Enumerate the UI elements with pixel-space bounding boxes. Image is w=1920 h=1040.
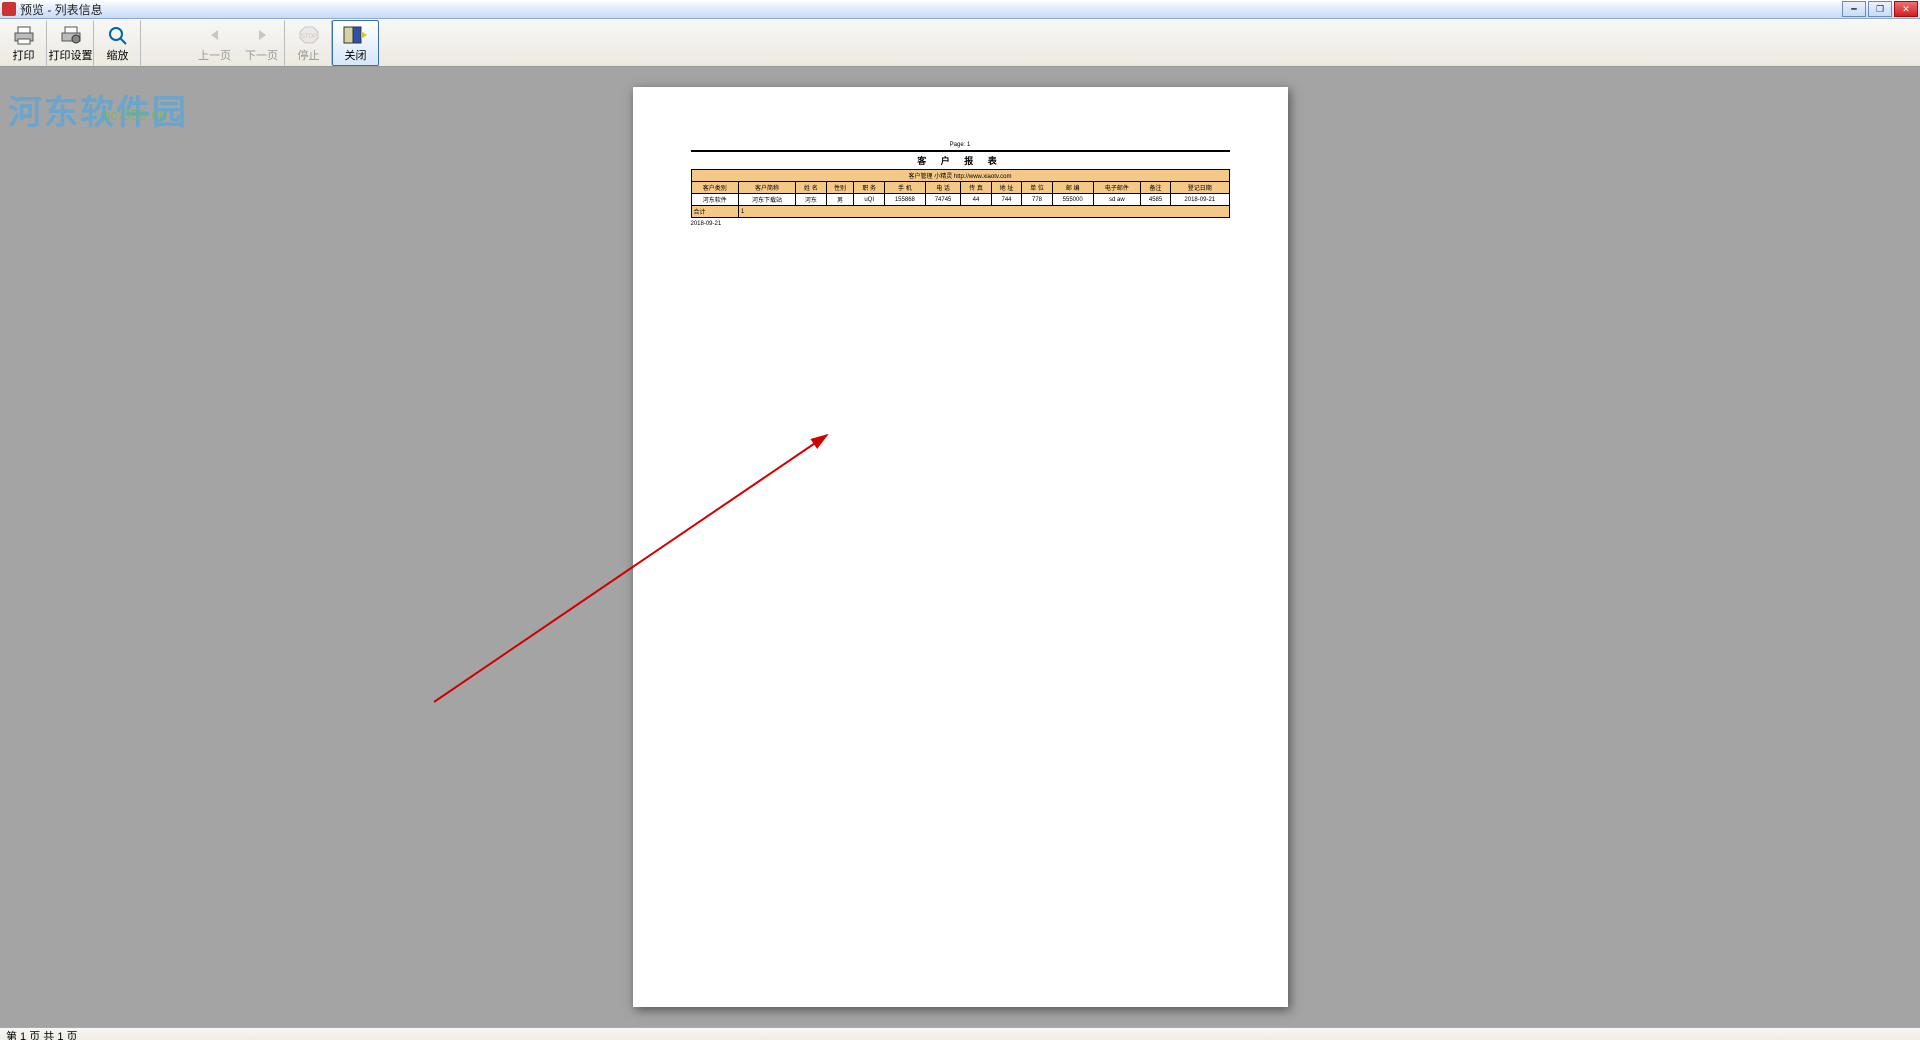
stop-icon: STOP	[296, 24, 322, 46]
toolbar: 打印 打印设置 缩放 上一页 下一页 STOP 停止 关闭	[0, 19, 1920, 67]
minimize-button[interactable]: ━	[1842, 1, 1866, 17]
titlebar: 预览 - 列表信息 ━ ❐ ✕	[0, 0, 1920, 19]
magnifier-icon	[105, 24, 131, 46]
arrow-right-icon	[249, 24, 275, 46]
next-page-button: 下一页	[238, 20, 285, 66]
report-title: 客 户 报 表	[691, 154, 1230, 167]
statusbar: 第 1 页 共 1 页	[0, 1027, 1920, 1040]
table-total-row: 合计 1	[691, 206, 1229, 218]
watermark-logo: 河东软件园	[8, 85, 188, 134]
printer-gear-icon	[58, 24, 84, 46]
page-number: Page: 1	[691, 142, 1230, 148]
table-row: 河东软件河东下载站河东男uQI1558687474544744778555000…	[691, 194, 1229, 206]
table-header-row: 客户类别客户简称姓 名性别职 务手 机电 话传 真地 址单 位邮 编电子邮件备注…	[691, 182, 1229, 194]
report-page: Page: 1 客 户 报 表 客户管理 小精灵 http://www.xiao…	[633, 87, 1288, 1007]
arrow-left-icon	[202, 24, 228, 46]
preview-viewport[interactable]: 河东软件园 pc.059.cn Page: 1 客 户 报 表 客户管理 小精灵…	[0, 67, 1920, 1027]
close-preview-button[interactable]: 关闭	[332, 20, 379, 66]
page-status: 第 1 页 共 1 页	[6, 1028, 78, 1040]
close-button[interactable]: ✕	[1894, 1, 1918, 17]
app-icon	[2, 2, 16, 16]
window-title: 预览 - 列表信息	[20, 1, 1842, 18]
exit-icon	[343, 24, 369, 46]
zoom-button[interactable]: 缩放	[94, 20, 141, 66]
print-button[interactable]: 打印	[0, 20, 47, 66]
report-table: 客户管理 小精灵 http://www.xiaotv.com 客户类别客户简称姓…	[691, 169, 1230, 218]
report-footer-date: 2018-09-21	[691, 221, 1230, 227]
svg-text:STOP: STOP	[300, 34, 316, 40]
stop-button: STOP 停止	[285, 20, 332, 66]
maximize-button[interactable]: ❐	[1868, 1, 1892, 17]
print-setup-button[interactable]: 打印设置	[47, 20, 94, 66]
printer-icon	[11, 24, 37, 46]
prev-page-button: 上一页	[191, 20, 238, 66]
watermark-url: pc.059.cn	[102, 107, 167, 124]
report-caption: 客户管理 小精灵 http://www.xiaotv.com	[691, 170, 1229, 182]
